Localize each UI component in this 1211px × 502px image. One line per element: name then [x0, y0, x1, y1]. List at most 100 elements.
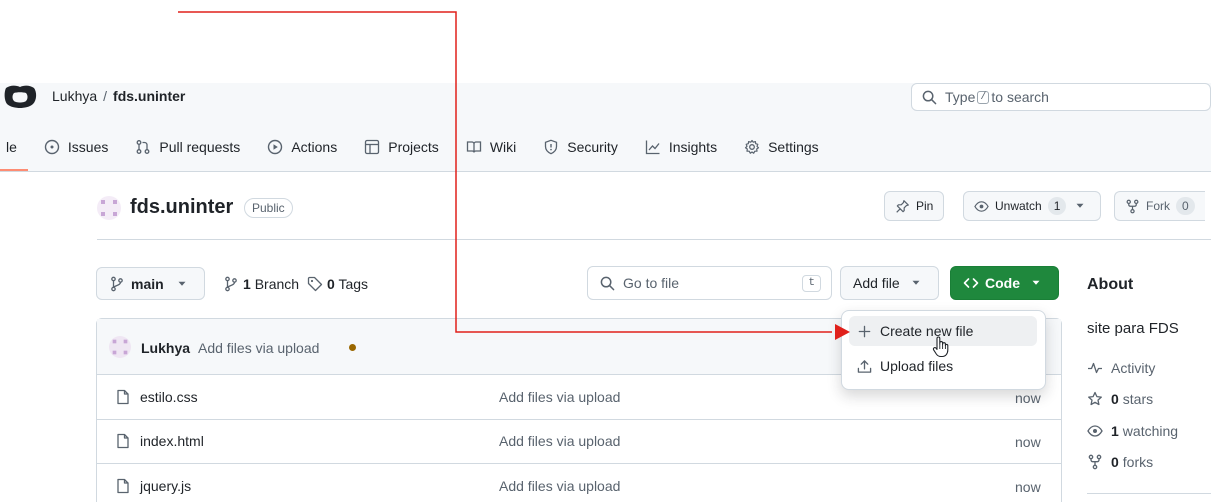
file-commit-message[interactable]: Add files via upload	[499, 433, 620, 449]
active-tab-underline	[0, 169, 28, 171]
branch-selector-button[interactable]: main	[96, 267, 205, 300]
breadcrumb: Lukhya / fds.uninter	[52, 88, 185, 104]
github-logo-icon[interactable]	[4, 84, 38, 110]
commit-status-dot[interactable]	[349, 344, 356, 351]
row-divider	[97, 463, 1061, 464]
tab-label: Projects	[388, 139, 439, 155]
tab-actions[interactable]: Actions	[267, 139, 337, 155]
breadcrumb-repo[interactable]: fds.uninter	[113, 88, 185, 104]
upload-files-item[interactable]: Upload files	[857, 358, 953, 374]
chevron-down-icon[interactable]	[1076, 203, 1084, 209]
row-divider	[97, 419, 1061, 420]
search-icon	[600, 276, 615, 291]
branches-tags-links: 1 Branch 0 Tags	[223, 276, 368, 292]
play-icon	[267, 139, 283, 155]
shield-icon	[543, 139, 559, 155]
tab-settings[interactable]: Settings	[744, 139, 819, 155]
search-suffix: to search	[991, 89, 1049, 105]
stars-label: stars	[1122, 391, 1154, 407]
tags-link[interactable]: 0 Tags	[327, 276, 368, 292]
code-label: Code	[985, 275, 1020, 291]
repo-nav: le Issues Pull requests Actions Projects…	[0, 133, 846, 161]
tab-code[interactable]: le	[6, 139, 17, 155]
repo-forked-icon	[1087, 454, 1103, 470]
tab-wiki[interactable]: Wiki	[466, 139, 516, 155]
file-commit-message[interactable]: Add files via upload	[499, 478, 620, 494]
tab-projects[interactable]: Projects	[364, 139, 439, 155]
pin-label: Pin	[916, 199, 934, 213]
breadcrumb-owner[interactable]: Lukhya	[52, 88, 97, 104]
star-icon	[1087, 391, 1103, 407]
unwatch-button[interactable]: Unwatch 1	[963, 191, 1102, 221]
watching-link[interactable]: 1 watching	[1087, 423, 1178, 439]
branch-name: main	[131, 275, 164, 292]
go-to-file-input[interactable]: Go to file t	[587, 266, 832, 300]
stars-count: 0	[1111, 391, 1119, 407]
commit-author[interactable]: Lukhya	[141, 340, 190, 356]
file-name[interactable]: estilo.css	[140, 389, 198, 405]
book-icon	[466, 139, 482, 155]
tags-count: 0	[327, 276, 335, 292]
branches-label: Branch	[254, 276, 300, 292]
tab-label: Actions	[291, 139, 338, 155]
tab-label: Issues	[67, 139, 109, 155]
forks-link[interactable]: 0 forks	[1087, 454, 1153, 470]
tab-label: Wiki	[489, 139, 517, 155]
tab-pull-requests[interactable]: Pull requests	[135, 139, 240, 155]
repo-owner-avatar	[97, 196, 121, 220]
commit-message[interactable]: Add files via upload	[198, 340, 319, 356]
watching-label: watching	[1122, 423, 1179, 439]
issue-opened-icon	[44, 139, 60, 155]
pin-button[interactable]: Pin	[884, 191, 945, 221]
create-new-file-label: Create new file	[880, 323, 974, 339]
file-name[interactable]: index.html	[140, 433, 204, 449]
git-branch-icon	[223, 276, 239, 292]
add-file-label: Add file	[853, 275, 900, 291]
repo-title[interactable]: fds.uninter	[130, 196, 233, 219]
upload-files-label: Upload files	[880, 358, 954, 374]
pulse-icon	[1087, 360, 1103, 376]
branches-link[interactable]: 1 Branch	[243, 276, 299, 292]
chevron-down-icon	[1032, 280, 1040, 286]
go-to-file-placeholder: Go to file	[623, 275, 680, 291]
search-input[interactable]: Type / to search	[911, 83, 1211, 111]
commit-author-avatar[interactable]	[109, 336, 131, 358]
search-prefix: Type	[945, 89, 976, 105]
file-commit-message[interactable]: Add files via upload	[499, 389, 620, 405]
watch-count: 1	[1047, 197, 1067, 215]
breadcrumb-separator: /	[103, 88, 108, 104]
tab-label: Insights	[668, 139, 718, 155]
tab-label: Pull requests	[159, 139, 241, 155]
gear-icon	[744, 139, 760, 155]
create-new-file-item[interactable]: Create new file	[857, 323, 973, 339]
tab-issues[interactable]: Issues	[44, 139, 108, 155]
search-icon	[922, 90, 937, 105]
add-file-button[interactable]: Add file	[840, 266, 939, 300]
file-icon	[115, 433, 131, 449]
file-commit-time: now	[1015, 390, 1041, 406]
unwatch-label: Unwatch	[995, 199, 1042, 213]
stars-link[interactable]: 0 stars	[1087, 391, 1153, 407]
title-divider	[97, 239, 1211, 240]
activity-link[interactable]: Activity	[1087, 360, 1155, 376]
tab-label: Settings	[768, 139, 819, 155]
tag-icon	[307, 276, 323, 292]
repo-forked-icon	[1125, 199, 1140, 214]
file-commit-time: now	[1015, 479, 1041, 495]
code-button[interactable]: Code	[950, 266, 1059, 300]
chevron-down-icon	[178, 281, 186, 287]
upload-icon	[857, 359, 872, 374]
fork-button[interactable]: Fork 0	[1114, 191, 1205, 221]
hand-cursor-icon	[932, 336, 950, 358]
forks-label: forks	[1122, 454, 1154, 470]
tab-insights[interactable]: Insights	[645, 139, 717, 155]
git-pull-request-icon	[135, 139, 151, 155]
branches-count: 1	[243, 276, 251, 292]
about-description: site para FDS	[1087, 320, 1179, 337]
file-name[interactable]: jquery.js	[140, 478, 191, 494]
tab-security[interactable]: Security	[543, 139, 618, 155]
fork-count: 0	[1176, 197, 1195, 215]
activity-label: Activity	[1111, 360, 1156, 376]
plus-icon	[857, 324, 872, 339]
git-branch-icon	[109, 276, 125, 292]
